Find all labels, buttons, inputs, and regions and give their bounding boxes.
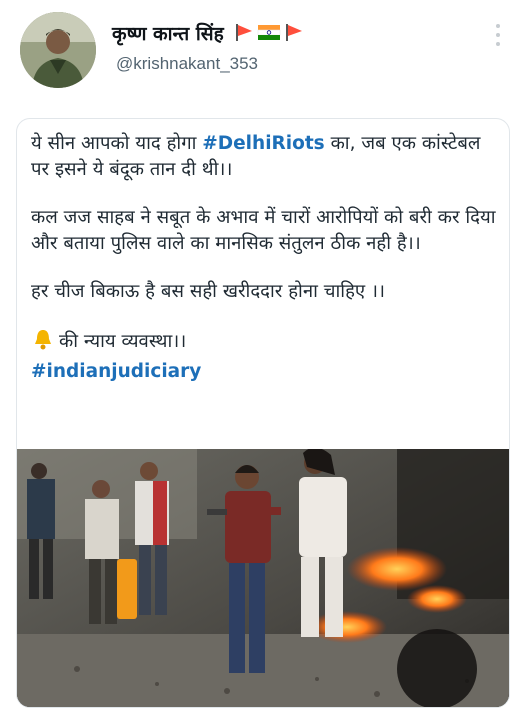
tweet-header: कृष्ण कान्त सिंह @krishnakant_353 bbox=[0, 0, 526, 100]
flag-emojis bbox=[234, 22, 304, 47]
tweet-paragraph-4: की न्याय व्यवस्था।। #indianjudiciary bbox=[31, 327, 501, 385]
avatar[interactable] bbox=[20, 12, 96, 88]
user-handle[interactable]: @krishnakant_353 bbox=[116, 54, 258, 74]
tweet-card[interactable]: ये सीन आपको याद होगा #DelhiRiots का, जब … bbox=[16, 118, 510, 708]
display-name-text: कृष्ण कान्त सिंह bbox=[112, 23, 224, 45]
riot-scene-photo bbox=[17, 447, 509, 707]
tweet-paragraph-2: कल जज साहब ने सबूत के अभाव में चारों आरो… bbox=[31, 207, 496, 254]
hashtag-delhiriots[interactable]: #DelhiRiots bbox=[202, 133, 324, 154]
tweet-media-image[interactable] bbox=[17, 447, 509, 707]
tweet-text-segment: की न्याय व्यवस्था।। bbox=[59, 331, 187, 352]
more-options-icon[interactable] bbox=[492, 24, 504, 46]
tweet-paragraph-3: हर चीज बिकाऊ है बस सही खरीददार होना चाहि… bbox=[31, 281, 386, 302]
tweet-text-segment: ये सीन आपको याद होगा bbox=[31, 133, 203, 154]
tweet-text: ये सीन आपको याद होगा #DelhiRiots का, जब … bbox=[31, 131, 501, 385]
tweet-paragraph-1: ये सीन आपको याद होगा #DelhiRiots का, जब … bbox=[31, 131, 501, 183]
display-name[interactable]: कृष्ण कान्त सिंह bbox=[112, 20, 304, 47]
flag-icons bbox=[236, 24, 303, 41]
bell-icon bbox=[31, 327, 55, 359]
hashtag-indianjudiciary[interactable]: #indianjudiciary bbox=[31, 361, 201, 382]
